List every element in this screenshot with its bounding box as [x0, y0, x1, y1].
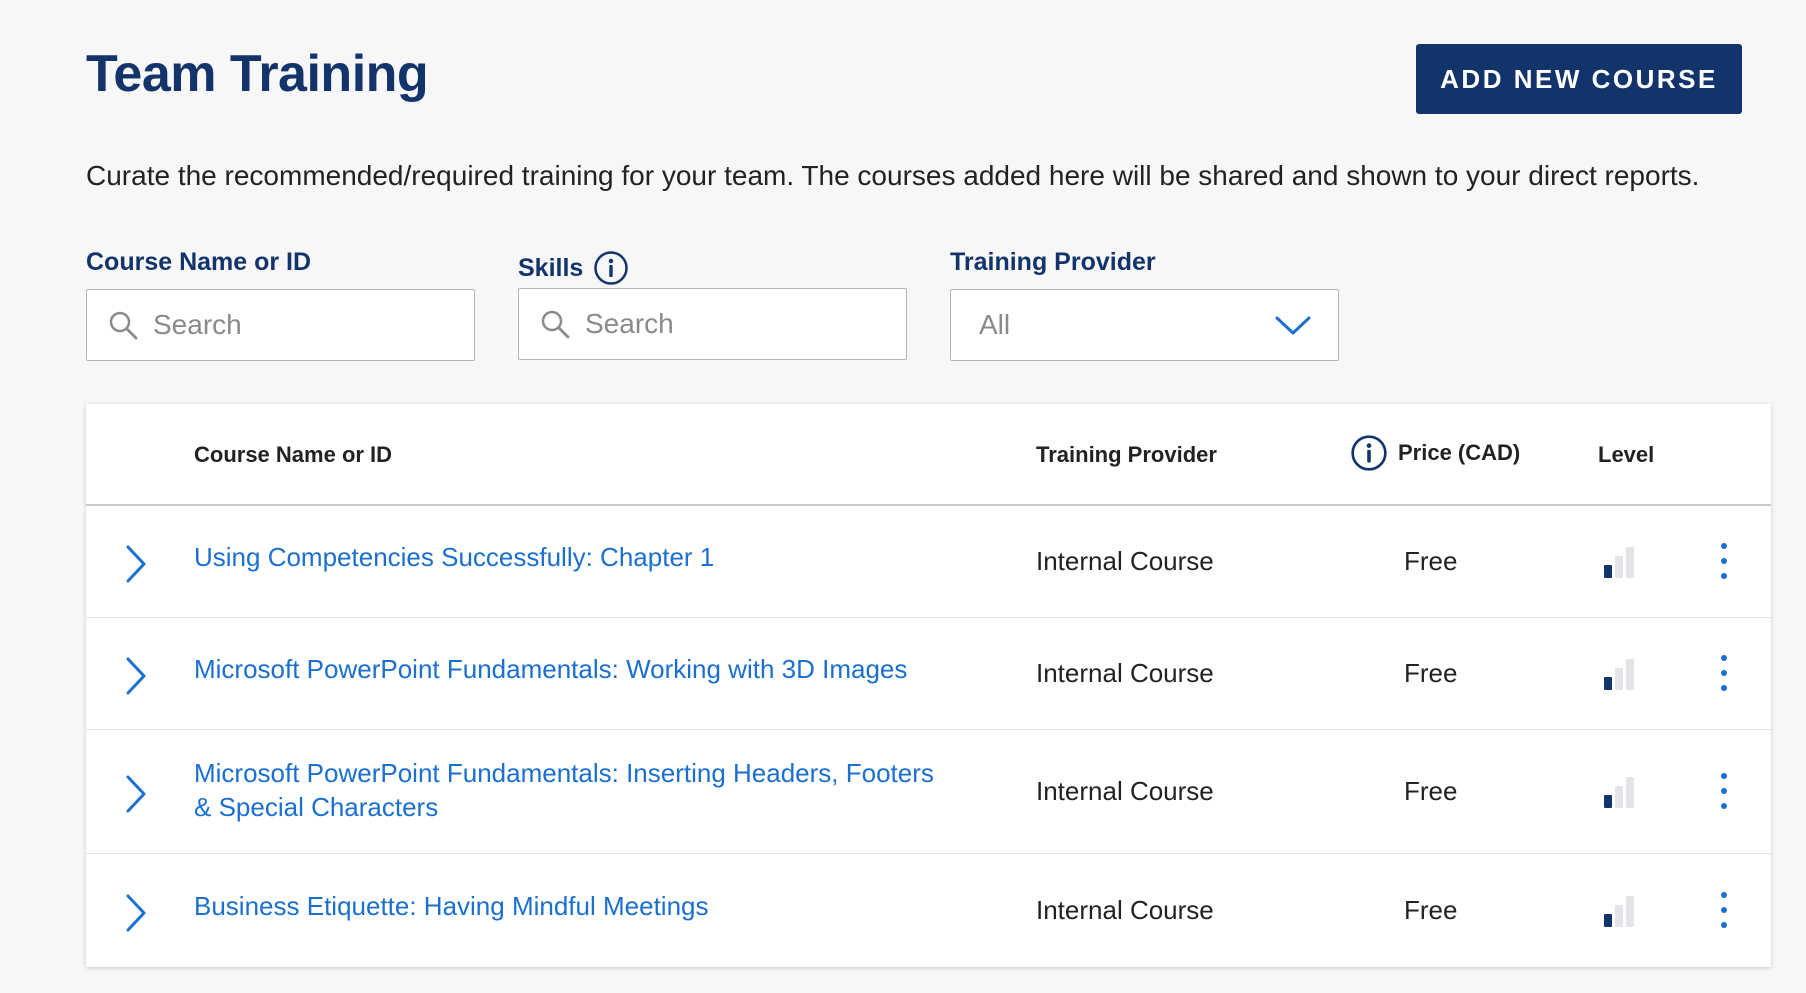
- level-bar: [1604, 913, 1612, 927]
- info-icon[interactable]: [593, 250, 629, 286]
- provider-select[interactable]: All: [950, 289, 1339, 361]
- price-cell: Free: [1404, 658, 1458, 688]
- course-search-field[interactable]: [86, 289, 475, 361]
- page: Team Training ADD NEW COURSE Curate the …: [0, 0, 1806, 993]
- level-bar: [1626, 895, 1634, 927]
- more-options-icon[interactable]: [1712, 653, 1736, 693]
- price-cell: Free: [1404, 894, 1458, 925]
- chevron-right-icon[interactable]: [116, 888, 156, 938]
- level-bar: [1604, 677, 1612, 690]
- price-cell: Free: [1404, 546, 1458, 576]
- level-bar: [1604, 795, 1612, 808]
- page-title: Team Training: [86, 45, 429, 103]
- table-row: Microsoft PowerPoint Fundamentals: Inser…: [86, 730, 1771, 854]
- training-provider-cell: Internal Course: [1036, 546, 1214, 576]
- level-bar: [1626, 659, 1634, 690]
- add-new-course-button[interactable]: ADD NEW COURSE: [1416, 44, 1742, 114]
- course-name-link[interactable]: Microsoft PowerPoint Fundamentals: Worki…: [194, 652, 954, 686]
- level-indicator: [1604, 544, 1634, 578]
- more-options-icon[interactable]: [1712, 771, 1736, 811]
- search-icon: [539, 308, 571, 340]
- provider-select-value: All: [979, 309, 1011, 340]
- training-provider-cell: Internal Course: [1036, 894, 1214, 925]
- table-row: Using Competencies Successfully: Chapter…: [86, 506, 1771, 618]
- column-header-provider[interactable]: Training Provider: [1036, 442, 1217, 468]
- skills-search-input[interactable]: [585, 308, 865, 340]
- table-row: Microsoft PowerPoint Fundamentals: Worki…: [86, 618, 1771, 730]
- course-search-input[interactable]: [153, 309, 433, 341]
- courses-table: Course Name or ID Training Provider Pric…: [86, 404, 1771, 967]
- level-bar: [1615, 556, 1623, 578]
- skills-filter-label-text: Skills: [518, 253, 584, 282]
- level-bar: [1626, 547, 1634, 578]
- chevron-down-icon: [1274, 313, 1312, 337]
- chevron-right-icon[interactable]: [116, 539, 156, 589]
- more-options-icon[interactable]: [1712, 541, 1736, 581]
- level-bar: [1615, 904, 1623, 927]
- skills-search-field[interactable]: [518, 288, 907, 360]
- level-bar: [1604, 565, 1612, 578]
- info-icon[interactable]: [1350, 434, 1388, 472]
- chevron-right-icon[interactable]: [116, 651, 156, 701]
- level-bar: [1615, 668, 1623, 690]
- page-description: Curate the recommended/required training…: [86, 160, 1700, 191]
- provider-filter-label-text: Training Provider: [950, 248, 1156, 276]
- training-provider-cell: Internal Course: [1036, 658, 1214, 688]
- price-cell: Free: [1404, 776, 1458, 806]
- table-header: Course Name or ID Training Provider Pric…: [86, 404, 1771, 506]
- column-header-level[interactable]: Level: [1598, 442, 1654, 468]
- course-filter-label-text: Course Name or ID: [86, 248, 312, 276]
- table-row: Business Etiquette: Having Mindful Meeti…: [86, 854, 1771, 967]
- training-provider-cell: Internal Course: [1036, 776, 1214, 806]
- level-indicator: [1604, 893, 1634, 927]
- column-header-course[interactable]: Course Name or ID: [194, 442, 392, 468]
- course-name-link[interactable]: Business Etiquette: Having Mindful Meeti…: [194, 889, 954, 923]
- skills-filter-label: Skills: [518, 250, 629, 286]
- course-name-link[interactable]: Using Competencies Successfully: Chapter…: [194, 540, 954, 574]
- provider-filter-label: Training Provider: [950, 248, 1156, 277]
- course-name-link[interactable]: Microsoft PowerPoint Fundamentals: Inser…: [194, 756, 954, 824]
- column-header-price[interactable]: Price (CAD): [1350, 434, 1520, 472]
- level-indicator: [1604, 656, 1634, 690]
- course-filter-label: Course Name or ID: [86, 248, 311, 277]
- chevron-right-icon[interactable]: [116, 769, 156, 819]
- more-options-icon[interactable]: [1712, 890, 1736, 930]
- price-header-label: Price (CAD): [1398, 440, 1521, 465]
- level-bar: [1615, 786, 1623, 808]
- level-bar: [1626, 777, 1634, 808]
- search-icon: [107, 309, 139, 341]
- level-indicator: [1604, 774, 1634, 808]
